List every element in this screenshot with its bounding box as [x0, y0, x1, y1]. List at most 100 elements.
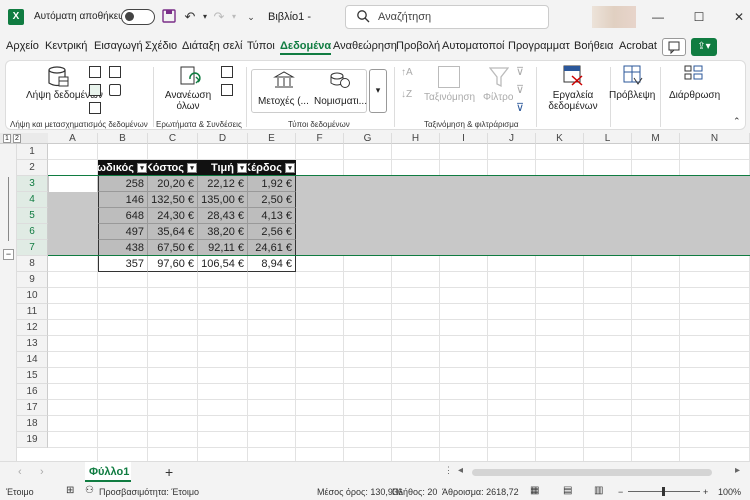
recent-sources-icon[interactable]: [109, 66, 121, 78]
tab-review[interactable]: Αναθεώρηση: [333, 40, 397, 52]
advanced-filter-icon[interactable]: ⊽: [516, 101, 524, 114]
column-header-b[interactable]: B: [98, 133, 148, 144]
column-header-i[interactable]: I: [440, 133, 488, 144]
get-data-button[interactable]: Λήψη δεδομένων: [26, 90, 103, 101]
zoom-in-icon[interactable]: +: [703, 487, 708, 497]
row-header-7[interactable]: 7: [17, 240, 48, 256]
column-header-l[interactable]: L: [584, 133, 632, 144]
tab-file[interactable]: Αρχείο: [6, 40, 39, 52]
row-header-2[interactable]: 2: [17, 160, 48, 176]
outline-level-1-button[interactable]: 1: [3, 134, 11, 143]
table-header-cell[interactable]: Τιμή ▾: [198, 160, 248, 176]
outline-collapse-button[interactable]: −: [3, 249, 14, 260]
row-header-10[interactable]: 10: [17, 288, 48, 304]
refresh-all-button[interactable]: Ανανέωση όλων: [160, 90, 216, 112]
maximize-icon[interactable]: ☐: [691, 9, 707, 25]
undo-icon[interactable]: ↶: [182, 9, 198, 25]
next-sheet-icon[interactable]: ›: [40, 466, 44, 478]
row-header-8[interactable]: 8: [17, 256, 48, 272]
tab-home[interactable]: Κεντρική: [45, 40, 87, 52]
row-header-16[interactable]: 16: [17, 384, 48, 400]
autosave-toggle[interactable]: [121, 9, 155, 25]
tab-insert[interactable]: Εισαγωγή: [94, 40, 143, 52]
row-header-5[interactable]: 5: [17, 208, 48, 224]
tab-formulas[interactable]: Τύποι: [247, 40, 275, 52]
column-header-g[interactable]: G: [344, 133, 392, 144]
filter-dropdown-icon[interactable]: ▾: [137, 163, 147, 173]
quick-access-more-icon[interactable]: ⌄: [243, 9, 259, 25]
from-text-icon[interactable]: [89, 66, 101, 78]
forecast-button[interactable]: Πρόβλεψη: [609, 90, 655, 101]
table-cell[interactable]: 357: [98, 256, 148, 272]
existing-connections-icon[interactable]: [109, 84, 121, 96]
zoom-slider-thumb[interactable]: [662, 487, 665, 496]
sheet-tab[interactable]: Φύλλο1: [85, 462, 131, 482]
search-box[interactable]: Αναζήτηση: [345, 5, 549, 29]
stocks-button[interactable]: Μετοχές (...: [258, 96, 309, 107]
zoom-out-icon[interactable]: −: [618, 487, 623, 497]
row-header-19[interactable]: 19: [17, 432, 48, 448]
user-avatar[interactable]: [592, 6, 636, 28]
tab-page-layout[interactable]: Διάταξη σελί: [182, 40, 245, 52]
minimize-icon[interactable]: —: [650, 9, 666, 25]
properties-icon[interactable]: [221, 84, 233, 96]
row-header-1[interactable]: 1: [17, 144, 48, 160]
from-web-icon[interactable]: [89, 84, 101, 96]
row-header-6[interactable]: 6: [17, 224, 48, 240]
tab-data[interactable]: Δεδομένα: [280, 40, 332, 55]
tab-split-handle-icon[interactable]: ⋮: [444, 465, 453, 476]
column-header-a[interactable]: A: [48, 133, 98, 144]
tab-view[interactable]: Προβολή: [396, 40, 440, 52]
column-header-n[interactable]: N: [680, 133, 750, 144]
page-layout-view-icon[interactable]: ▤: [563, 485, 572, 496]
save-icon[interactable]: [161, 9, 177, 25]
scroll-left-icon[interactable]: ◂: [458, 465, 463, 476]
column-header-k[interactable]: K: [536, 133, 584, 144]
normal-view-icon[interactable]: ▦: [530, 485, 539, 496]
data-tools-button[interactable]: Εργαλεία δεδομένων: [541, 90, 605, 112]
row-header-13[interactable]: 13: [17, 336, 48, 352]
filter-dropdown-icon[interactable]: ▾: [285, 163, 295, 173]
tab-automate[interactable]: Αυτοματοποί: [442, 40, 506, 52]
column-header-e[interactable]: E: [248, 133, 296, 144]
tab-developer[interactable]: Προγραμματ: [508, 40, 570, 52]
filter-dropdown-icon[interactable]: ▾: [237, 163, 247, 173]
previous-sheet-icon[interactable]: ‹: [18, 466, 22, 478]
table-cell[interactable]: 8,94 €: [248, 256, 296, 272]
table-header-cell[interactable]: Κόστος ▾: [148, 160, 198, 176]
row-header-17[interactable]: 17: [17, 400, 48, 416]
column-header-d[interactable]: D: [198, 133, 248, 144]
row-header-15[interactable]: 15: [17, 368, 48, 384]
tab-acrobat[interactable]: Acrobat: [619, 40, 657, 52]
horizontal-scrollbar[interactable]: [472, 469, 712, 476]
filter-dropdown-icon[interactable]: ▾: [187, 163, 197, 173]
column-header-j[interactable]: J: [488, 133, 536, 144]
row-header-9[interactable]: 9: [17, 272, 48, 288]
outline-level-2-button[interactable]: 2: [13, 134, 21, 143]
table-cell[interactable]: 97,60 €: [148, 256, 198, 272]
collapse-ribbon-icon[interactable]: ⌃: [733, 116, 741, 127]
queries-connections-icon[interactable]: [221, 66, 233, 78]
macro-recording-icon[interactable]: ⊞: [66, 485, 74, 496]
zoom-level[interactable]: 100%: [718, 487, 741, 497]
data-types-more-icon[interactable]: ▾: [369, 69, 387, 113]
scroll-right-icon[interactable]: ▸: [735, 465, 740, 476]
column-header-c[interactable]: C: [148, 133, 198, 144]
column-header-m[interactable]: M: [632, 133, 680, 144]
row-header-11[interactable]: 11: [17, 304, 48, 320]
table-header-cell[interactable]: Κέρδος▾: [248, 160, 296, 176]
row-header-18[interactable]: 18: [17, 416, 48, 432]
from-table-icon[interactable]: [89, 102, 101, 114]
worksheet-grid[interactable]: 1 2 ABCDEFGHIJKLMN 1 2 3 4 5 6 7 8 9 10 11 12 13 14 15…: [0, 133, 750, 461]
status-accessibility[interactable]: Προσβασιμότητα: Έτοιμο: [99, 487, 199, 497]
tab-help[interactable]: Βοήθεια: [574, 40, 613, 52]
table-header-cell[interactable]: Κωδικός▾: [98, 160, 148, 176]
row-header-12[interactable]: 12: [17, 320, 48, 336]
table-cell[interactable]: 106,54 €: [198, 256, 248, 272]
close-icon[interactable]: ✕: [731, 9, 747, 25]
comments-button[interactable]: [662, 38, 686, 56]
currencies-button[interactable]: Νομισματι...: [314, 96, 367, 107]
column-header-h[interactable]: H: [392, 133, 440, 144]
row-header-3[interactable]: 3: [17, 176, 48, 192]
page-break-view-icon[interactable]: ▥: [594, 485, 603, 496]
